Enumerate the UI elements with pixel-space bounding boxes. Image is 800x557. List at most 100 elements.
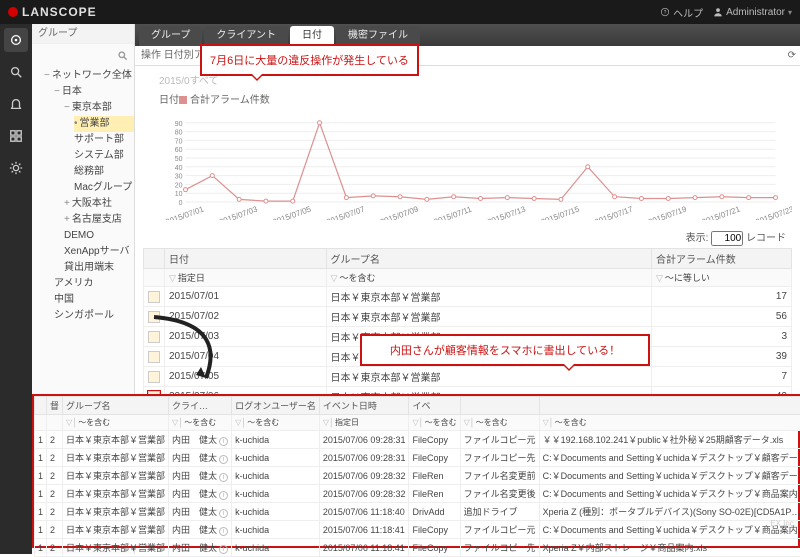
row-icon: [148, 351, 160, 363]
chart-legend: 合計アラーム件数: [179, 91, 270, 106]
tab-date[interactable]: 日付: [290, 26, 334, 46]
svg-text:2015/07/03: 2015/07/03: [218, 204, 259, 220]
tree-kashidashi[interactable]: 貸出用端末: [64, 260, 134, 276]
brand: LANSCOPE: [8, 5, 97, 19]
info-icon[interactable]: i: [219, 545, 228, 554]
sidebar-search-icon[interactable]: [4, 60, 28, 84]
col-group[interactable]: グループ名: [326, 249, 651, 269]
table-row[interactable]: 12日本￥東京本部￥営業部内田 健太ik-uchida2015/07/06 09…: [35, 449, 800, 467]
tree-tokyo[interactable]: −東京本部 •営業部 サポート部 システム部 総務部 Macグループ: [64, 100, 134, 196]
col-ev[interactable]: イベ: [409, 397, 460, 415]
svg-text:30: 30: [175, 174, 183, 181]
svg-text:2015/07/09: 2015/07/09: [379, 204, 420, 220]
tree-japan[interactable]: −日本 −東京本部 •営業部 サポート部 システム部 総務部 Macグループ: [54, 84, 134, 276]
tab-client[interactable]: クライアント: [204, 26, 288, 46]
tree-system[interactable]: システム部: [74, 148, 134, 164]
table-row[interactable]: 12日本￥東京本部￥営業部内田 健太ik-uchida2015/07/06 11…: [35, 521, 800, 539]
col-client[interactable]: クライ…: [169, 397, 232, 415]
sidebar-settings-icon[interactable]: [4, 156, 28, 180]
callout-detail: 内田さんが顧客情報をスマホに書出している！: [360, 334, 650, 366]
table-tools: 表示: レコード: [143, 227, 792, 248]
col-n1[interactable]: [35, 397, 47, 415]
tree-support[interactable]: サポート部: [74, 132, 134, 148]
col-date[interactable]: 日付: [165, 249, 327, 269]
info-icon[interactable]: i: [219, 455, 228, 464]
col-group2[interactable]: グループ名: [63, 397, 169, 415]
filter-group[interactable]: ～を含む: [326, 269, 651, 287]
tree-nagoya[interactable]: +名古屋支店: [64, 212, 134, 228]
svg-text:2015/07/05: 2015/07/05: [272, 204, 313, 220]
chart-area: 2015/0すべて 日付 合計アラーム件数 010203040506070809…: [135, 66, 800, 227]
svg-text:2015/07/11: 2015/07/11: [433, 204, 474, 220]
brand-text: LANSCOPE: [22, 5, 97, 19]
sidebar-bell-icon[interactable]: [4, 92, 28, 116]
tab-group[interactable]: グループ: [139, 26, 202, 46]
tree-china[interactable]: 中国: [54, 292, 134, 308]
page-size-input[interactable]: [711, 231, 743, 246]
svg-text:0: 0: [179, 200, 183, 207]
tree-root[interactable]: −ネットワーク全体 −日本 −東京本部 •営業部 サポート部 システム部 総務部: [44, 68, 134, 324]
tree-osaka[interactable]: +大阪本社: [64, 196, 134, 212]
svg-text:90: 90: [175, 121, 183, 128]
info-icon[interactable]: i: [219, 437, 228, 446]
label-show: 表示:: [686, 233, 709, 244]
topbar: LANSCOPE ? ヘルプ Administrator ▾: [0, 0, 800, 24]
info-icon[interactable]: i: [219, 491, 228, 500]
tree-singapore[interactable]: シンガポール: [54, 308, 134, 324]
col-c7[interactable]: [460, 397, 539, 415]
footer-copyright: EX Inc.: [770, 519, 796, 528]
refresh-icon[interactable]: ⟳: [788, 46, 796, 66]
group-panel-title: グループ: [32, 24, 134, 44]
group-tree: −ネットワーク全体 −日本 −東京本部 •営業部 サポート部 システム部 総務部: [32, 66, 134, 324]
tree-soumu[interactable]: 総務部: [74, 164, 134, 180]
tree-america[interactable]: アメリカ: [54, 276, 134, 292]
info-icon[interactable]: i: [219, 527, 228, 536]
sidebar-target-icon[interactable]: [4, 28, 28, 52]
table-row[interactable]: 12日本￥東京本部￥営業部内田 健太ik-uchida2015/07/06 09…: [35, 431, 800, 449]
row-icon: [148, 371, 160, 383]
filter-total[interactable]: ～に等しい: [652, 269, 792, 287]
user-menu[interactable]: Administrator ▾: [713, 7, 792, 18]
col-evtime[interactable]: イベント日時: [319, 397, 409, 415]
row-icon: [148, 311, 160, 323]
svg-text:50: 50: [175, 156, 183, 163]
col-user[interactable]: ログオンユーザー名: [232, 397, 320, 415]
svg-text:40: 40: [175, 165, 183, 172]
user-label: Administrator: [726, 7, 785, 18]
svg-text:?: ?: [664, 10, 667, 16]
svg-text:2015/07/21: 2015/07/21: [701, 204, 742, 220]
table-row[interactable]: 2015/07/02日本￥東京本部￥営業部56: [144, 307, 792, 327]
row-icon: [148, 291, 160, 303]
row-icon: [148, 331, 160, 343]
tree-xenapp[interactable]: XenAppサーバ: [64, 244, 134, 260]
user-icon: [713, 7, 723, 17]
help-link[interactable]: ? ヘルプ: [660, 5, 703, 20]
table-row[interactable]: 12日本￥東京本部￥営業部内田 健太ik-uchida2015/07/06 09…: [35, 467, 800, 485]
info-icon[interactable]: i: [219, 473, 228, 482]
col-total[interactable]: 合計アラーム件数: [652, 249, 792, 269]
col-n2[interactable]: 督: [47, 397, 63, 415]
sidebar: [0, 24, 32, 554]
tree-demo[interactable]: DEMO: [64, 228, 134, 244]
chevron-down-icon: ▾: [788, 8, 792, 17]
svg-text:20: 20: [175, 182, 183, 189]
table-row[interactable]: 12日本￥東京本部￥営業部内田 健太ik-uchida2015/07/06 11…: [35, 503, 800, 521]
brand-dot-icon: [8, 7, 18, 17]
alarm-detail-table: 督 グループ名 クライ… ログオンユーザー名 イベント日時 イベ (KB) アラ…: [34, 396, 800, 557]
table-row[interactable]: 2015/07/05日本￥東京本部￥営業部7: [144, 367, 792, 387]
svg-text:2015/07/19: 2015/07/19: [647, 204, 688, 220]
tree-mac[interactable]: Macグループ: [74, 180, 134, 196]
callout-chart: 7月6日に大量の違反操作が発生している: [200, 44, 419, 76]
svg-text:60: 60: [175, 147, 183, 154]
sidebar-grid-icon[interactable]: [4, 124, 28, 148]
table-row[interactable]: 2015/07/01日本￥東京本部￥営業部17: [144, 287, 792, 307]
col-path[interactable]: [539, 397, 800, 415]
table-row[interactable]: 12日本￥東京本部￥営業部内田 健太ik-uchida2015/07/06 09…: [35, 485, 800, 503]
filter-date[interactable]: 指定日: [165, 269, 327, 287]
svg-text:80: 80: [175, 130, 183, 137]
group-panel-search[interactable]: [32, 44, 134, 66]
tab-secret-file[interactable]: 機密ファイル: [336, 26, 420, 46]
tree-eigyo[interactable]: •営業部: [74, 116, 134, 132]
svg-text:70: 70: [175, 138, 183, 145]
info-icon[interactable]: i: [219, 509, 228, 518]
